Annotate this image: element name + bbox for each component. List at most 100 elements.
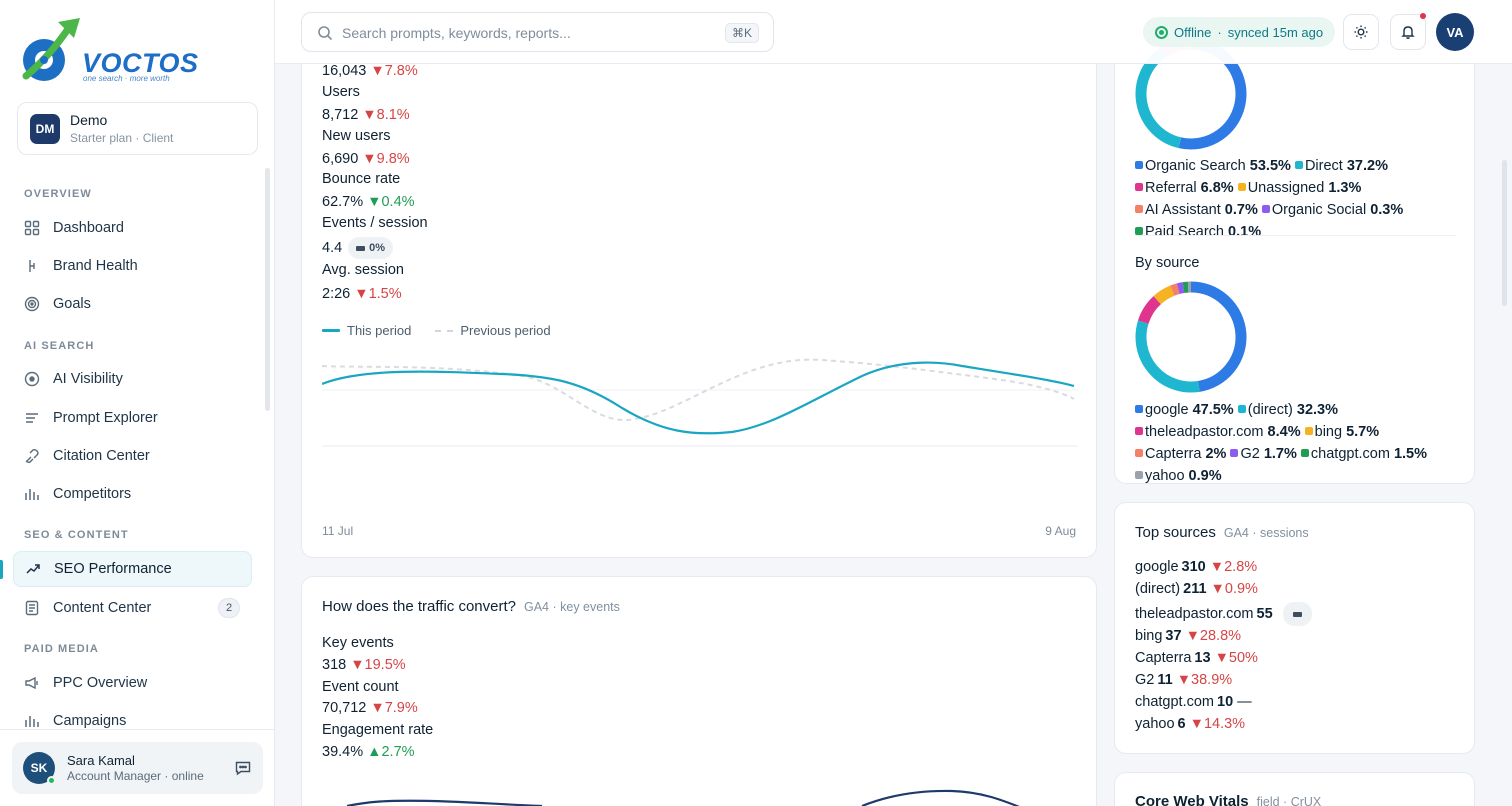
legend-swatch — [1135, 183, 1143, 191]
flat-icon — [356, 245, 366, 251]
legend-item-bing: bing 5.7% — [1304, 424, 1380, 440]
sidebar-item-ppc-overview[interactable]: PPC Overview — [13, 665, 252, 701]
sync-time: synced 15m ago — [1227, 24, 1324, 40]
sidebar-item-dashboard[interactable]: Dashboard — [13, 210, 252, 246]
sidebar-item-seo-performance[interactable]: SEO Performance — [13, 551, 252, 587]
legend-name: Unassigned — [1247, 180, 1329, 196]
user-card[interactable]: SK Sara Kamal Account Manager · online — [12, 742, 263, 794]
logo-mark-icon — [22, 18, 80, 81]
channel-breakdown-card: Organic Search 53.5% Direct 37.2% Referr… — [1114, 40, 1475, 484]
sidebar-item-prompt-explorer[interactable]: Prompt Explorer — [13, 400, 252, 436]
legend-percent: 2% — [1205, 446, 1227, 462]
chat-icon[interactable] — [234, 759, 252, 777]
source-row-yahoo[interactable]: yahoo 6 ▼14.3% — [1135, 716, 1245, 732]
metric-label: Event count — [322, 679, 399, 695]
global-search[interactable]: ⌘K — [301, 12, 774, 52]
legend-swatch — [1237, 405, 1246, 413]
offline-status-icon — [1155, 25, 1168, 39]
workspace-switcher[interactable]: DM Demo Starter plan · Client — [17, 102, 258, 155]
metric-label: Engagement rate — [322, 722, 434, 738]
traffic-line-chart — [322, 358, 1078, 447]
card-subtitle: GA4 · key events — [524, 600, 620, 614]
account-avatar[interactable]: VA — [1436, 13, 1474, 51]
sidebar-scrollbar[interactable] — [265, 168, 270, 411]
page-scrollbar[interactable] — [1502, 160, 1507, 306]
legend-item-paid-search: Paid Search 0.1% — [1135, 224, 1261, 240]
key-events-metric: 318 ▼19.5% — [322, 657, 406, 673]
this-period-line — [322, 361, 1075, 435]
sidebar-item-content-center[interactable]: Content Center 2 — [13, 590, 252, 626]
source-row-direct[interactable]: (direct) 211 ▼0.9% — [1135, 581, 1258, 597]
search-input[interactable] — [342, 21, 712, 45]
donut-slice-google[interactable] — [1190, 281, 1247, 392]
source-sessions: 6 — [1177, 716, 1186, 732]
brand-logo[interactable]: VOCTOS one search · more worth — [20, 16, 198, 86]
legend-percent: 37.2% — [1346, 158, 1388, 174]
source-change: ▼38.9% — [1176, 672, 1233, 688]
legend-swatch — [1261, 205, 1270, 213]
legend-swatch — [1135, 227, 1143, 235]
user-name: Sara Kamal — [67, 753, 135, 768]
donut-slice-g2[interactable] — [1176, 282, 1185, 294]
source-row-g2[interactable]: G2 11 ▼38.9% — [1135, 672, 1232, 688]
brand-tagline: one search · more worth — [83, 74, 170, 83]
notifications-button[interactable] — [1390, 13, 1426, 50]
sun-icon — [1353, 24, 1369, 40]
new-users-metric: 6,690 ▼9.8% — [322, 151, 410, 167]
legend-percent: 5.7% — [1346, 424, 1380, 440]
source-row-theleadpastor-com[interactable]: theleadpastor.com 55 — [1135, 602, 1312, 626]
sidebar-item-competitors[interactable]: Competitors — [13, 476, 252, 512]
legend-name: theleadpastor.com — [1145, 424, 1268, 440]
legend-name: google — [1145, 402, 1193, 418]
card-title-text: Top sources — [1135, 524, 1216, 541]
bounce-rate-metric: 62.7% ▼0.4% — [322, 194, 415, 210]
donut-slice-capterra[interactable] — [1170, 283, 1180, 296]
sidebar-item-label: Dashboard — [53, 220, 124, 236]
content-center-badge: 2 — [218, 598, 240, 618]
sidebar-item-citation-center[interactable]: Citation Center — [13, 438, 252, 474]
avg-session-metric: 2:26 ▼1.5% — [322, 286, 402, 302]
sidebar-item-ai-visibility[interactable]: AI Visibility — [13, 361, 252, 397]
source-row-google[interactable]: google 310 ▼2.8% — [1135, 559, 1257, 575]
card-title-text: How does the traffic convert? — [322, 598, 516, 615]
legend-name: G2 — [1240, 446, 1264, 462]
legend-item-organic-social: Organic Social 0.3% — [1261, 202, 1403, 218]
channel-legend: Organic Search 53.5% Direct 37.2% Referr… — [1135, 155, 1463, 243]
legend-swatch — [1304, 427, 1313, 435]
events-per-session-metric: 4.4 0% — [322, 237, 394, 259]
sync-status-pill[interactable]: Offline · synced 15m ago — [1143, 17, 1336, 47]
source-name: theleadpastor.com — [1135, 606, 1254, 622]
active-indicator — [0, 560, 3, 579]
legend-item-direct: Direct 37.2% — [1294, 158, 1388, 174]
source-row-chatgpt-com[interactable]: chatgpt.com 10— — [1135, 694, 1252, 710]
legend-item-ai-assistant: AI Assistant 0.7% — [1135, 202, 1258, 218]
bell-icon — [1400, 24, 1416, 40]
search-shortcut: ⌘K — [724, 23, 759, 43]
nav-section-ai-search: AI SEARCH — [24, 340, 95, 352]
legend-item-g2: G2 1.7% — [1230, 446, 1297, 462]
metric-change: ▼7.8% — [370, 63, 418, 79]
legend-percent: 6.8% — [1200, 180, 1234, 196]
flat-change-chip — [1282, 602, 1312, 626]
metric-value: 39.4% — [322, 744, 364, 760]
legend-name: chatgpt.com — [1310, 446, 1394, 462]
sidebar-item-brand-health[interactable]: Brand Health — [13, 248, 252, 284]
core-web-vitals-card: Core Web Vitals field · CrUX — [1114, 772, 1475, 806]
donut-slice-direct[interactable] — [1135, 320, 1200, 393]
donut-slice-theleadpastor-com[interactable] — [1138, 296, 1162, 325]
source-name: google — [1135, 559, 1179, 575]
metric-value: 4.4 — [322, 240, 343, 256]
legend-swatch — [1237, 183, 1246, 191]
source-sessions: 310 — [1181, 559, 1206, 575]
source-row-capterra[interactable]: Capterra 13 ▼50% — [1135, 650, 1258, 666]
theme-toggle-button[interactable] — [1343, 14, 1379, 50]
legend-name: AI Assistant — [1145, 202, 1225, 218]
bar-chart-icon — [24, 713, 40, 729]
sidebar-item-label: SEO Performance — [54, 561, 172, 577]
donut-slice-bing[interactable] — [1153, 285, 1175, 305]
source-row-bing[interactable]: bing 37 ▼28.8% — [1135, 628, 1241, 644]
sidebar-item-goals[interactable]: Goals — [13, 286, 252, 322]
legend-percent: 47.5% — [1192, 402, 1234, 418]
legend-swatch-previous-period — [435, 329, 454, 332]
donut-slice-direct[interactable] — [1135, 47, 1182, 149]
